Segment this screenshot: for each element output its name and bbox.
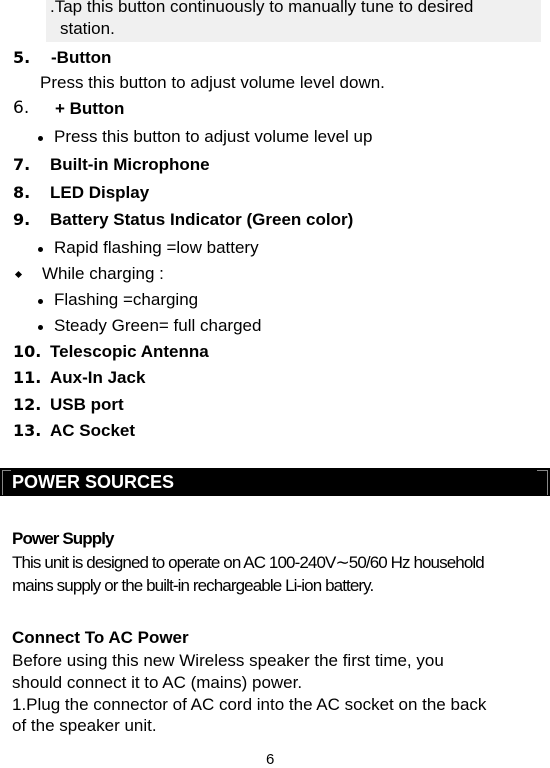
bullet-icon	[38, 325, 43, 330]
bullet-icon	[38, 136, 43, 141]
bullet-text: Rapid flashing =low battery	[54, 238, 259, 257]
item-title: -Button	[51, 48, 112, 67]
continued-description-line: .Tap this button continuously to manuall…	[50, 0, 474, 16]
power-supply-text: mains supply or the built-in rechargeabl…	[12, 576, 374, 595]
continued-description-line: station.	[60, 19, 115, 38]
section-header-bar: POWER SOURCES	[0, 468, 550, 496]
diamond-bullet-icon	[14, 270, 23, 279]
item-title: USB port	[50, 395, 124, 414]
item-number: 6.	[13, 98, 30, 118]
item-number: 7.	[13, 155, 31, 174]
section-title: POWER SOURCES	[12, 472, 175, 492]
item-description: Press this button to adjust volume level…	[40, 73, 385, 92]
bullet-text: Steady Green= full charged	[54, 316, 262, 335]
item-number: 13.	[13, 421, 42, 440]
item-number: 10.	[13, 342, 42, 361]
item-number: 11.	[13, 368, 42, 387]
item-title: AC Socket	[50, 421, 136, 440]
bullet-icon	[38, 247, 43, 252]
item-number: 5.	[13, 48, 31, 67]
connect-ac-heading: Connect To AC Power	[12, 628, 189, 647]
item-number: 9.	[13, 210, 31, 229]
bullet-text: Press this button to adjust volume level…	[54, 127, 373, 146]
item-title: Battery Status Indicator (Green color)	[50, 210, 354, 229]
page-number: 6	[266, 751, 275, 768]
connect-ac-text: should connect it to AC (mains) power.	[12, 673, 303, 692]
bar-corner-right	[537, 470, 548, 495]
item-title: Built-in Microphone	[50, 155, 210, 174]
power-supply-heading: Power Supply	[12, 529, 115, 548]
item-number: 12.	[13, 395, 42, 414]
sub-heading: While charging :	[42, 264, 164, 283]
connect-ac-text: of the speaker unit.	[12, 716, 157, 735]
bullet-icon	[38, 299, 43, 304]
connect-ac-text: Before using this new Wireless speaker t…	[12, 651, 444, 670]
bullet-text: Flashing =charging	[54, 290, 199, 309]
item-title: LED Display	[50, 183, 150, 202]
item-number: 8.	[13, 183, 31, 202]
power-supply-text: This unit is designed to operate on AC 1…	[12, 553, 485, 572]
item-title: + Button	[55, 99, 125, 118]
item-title: Aux-In Jack	[50, 368, 146, 387]
item-title: Telescopic Antenna	[50, 342, 209, 361]
bar-corner-left	[2, 470, 11, 495]
connect-ac-text: 1.Plug the connector of AC cord into the…	[12, 695, 487, 714]
